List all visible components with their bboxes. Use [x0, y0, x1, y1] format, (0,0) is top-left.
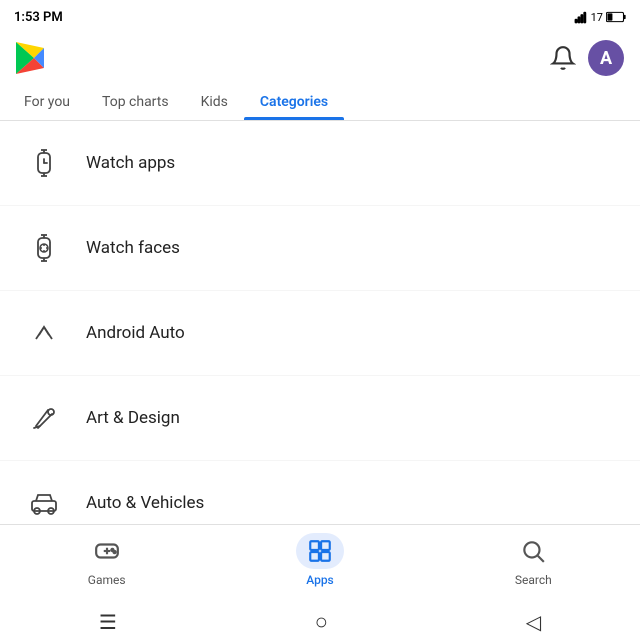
bottom-nav-apps[interactable]: Apps: [280, 533, 360, 587]
battery-icon: [606, 11, 626, 23]
android-auto-icon: [20, 309, 68, 357]
apps-nav-icon: [296, 533, 344, 569]
category-label: Watch apps: [86, 153, 175, 173]
watch-faces-icon: [20, 224, 68, 272]
art-design-icon: [20, 394, 68, 442]
avatar[interactable]: A: [588, 40, 624, 76]
header: A: [0, 32, 640, 84]
battery-text: 17: [591, 11, 603, 24]
category-label: Art & Design: [86, 408, 180, 428]
watch-apps-icon: [20, 139, 68, 187]
home-icon[interactable]: ○: [315, 609, 328, 635]
tab-kids[interactable]: Kids: [185, 84, 244, 120]
tab-categories[interactable]: Categories: [244, 84, 344, 120]
system-bar: ☰ ○ ◁: [0, 604, 640, 640]
games-nav-icon: [83, 533, 131, 569]
apps-nav-label: Apps: [306, 573, 334, 587]
games-nav-label: Games: [88, 573, 126, 587]
tab-top-charts[interactable]: Top charts: [86, 84, 185, 120]
status-icons: 17: [574, 10, 626, 24]
category-label: Android Auto: [86, 323, 185, 343]
nav-tabs: For you Top charts Kids Categories: [0, 84, 640, 121]
back-icon[interactable]: ◁: [526, 610, 541, 634]
bottom-nav-games[interactable]: Games: [67, 533, 147, 587]
hamburger-icon[interactable]: ☰: [99, 610, 117, 634]
search-nav-icon: [509, 533, 557, 569]
signal-icon: [574, 10, 588, 24]
list-item[interactable]: Watch faces: [0, 206, 640, 291]
list-item[interactable]: Art & Design: [0, 376, 640, 461]
status-time: 1:53 PM: [14, 10, 63, 25]
category-label: Watch faces: [86, 238, 180, 258]
header-icons: A: [550, 40, 624, 76]
tab-for-you[interactable]: For you: [8, 84, 86, 120]
auto-vehicles-icon: [20, 479, 68, 527]
notification-icon[interactable]: [550, 45, 576, 71]
list-item[interactable]: Watch apps: [0, 121, 640, 206]
play-store-logo: [12, 38, 52, 78]
list-item[interactable]: Android Auto: [0, 291, 640, 376]
category-label: Auto & Vehicles: [86, 493, 204, 513]
bottom-nav: Games Apps Search: [0, 524, 640, 604]
status-bar: 1:53 PM 17: [0, 0, 640, 32]
bottom-nav-search[interactable]: Search: [493, 533, 573, 587]
search-nav-label: Search: [515, 573, 552, 587]
